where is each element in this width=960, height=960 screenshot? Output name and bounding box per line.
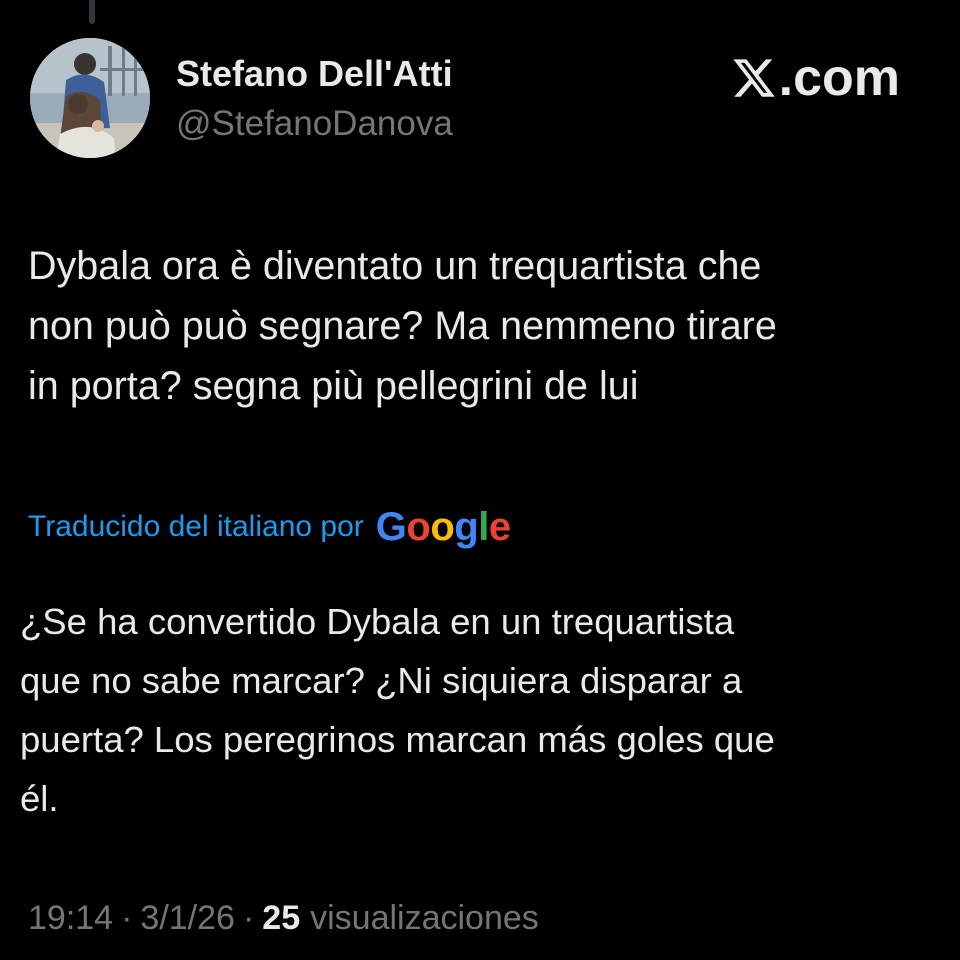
author-handle[interactable]: @StefanoDanova (176, 102, 453, 146)
x-logo-icon (733, 59, 775, 97)
google-logo-letter: G (375, 505, 407, 549)
tweet-text: Dybala ora è diventato un trequartista c… (28, 244, 777, 408)
google-logo-letter: o (406, 505, 431, 549)
google-logo: Google (376, 505, 511, 549)
translation-attribution[interactable]: Traducido del italiano por Google (28, 504, 511, 550)
thread-connector-line (89, 0, 95, 24)
meta-separator: · (121, 899, 133, 937)
translation-label[interactable]: Traducido del italiano por (28, 507, 364, 547)
brand-watermark: .com (731, 52, 900, 104)
views-label[interactable]: visualizaciones (310, 896, 539, 940)
author-display-name[interactable]: Stefano Dell'Atti (176, 52, 453, 96)
google-logo-letter: g (454, 505, 479, 549)
tweet-date[interactable]: 3/1/26 (140, 896, 235, 940)
translated-text: ¿Se ha convertido Dybala en un trequarti… (20, 601, 775, 819)
tweet-metadata: 19:14 · 3/1/26 · 25 visualizaciones (28, 896, 539, 940)
tweet-time[interactable]: 19:14 (28, 896, 113, 940)
avatar[interactable] (30, 38, 150, 158)
views-count[interactable]: 25 (262, 896, 300, 940)
google-logo-letter: o (430, 505, 455, 549)
brand-suffix: .com (778, 49, 900, 107)
google-logo-letter: l (478, 505, 489, 549)
google-logo-letter: e (488, 505, 511, 549)
meta-separator: · (242, 899, 255, 937)
avatar-photo (30, 38, 150, 158)
